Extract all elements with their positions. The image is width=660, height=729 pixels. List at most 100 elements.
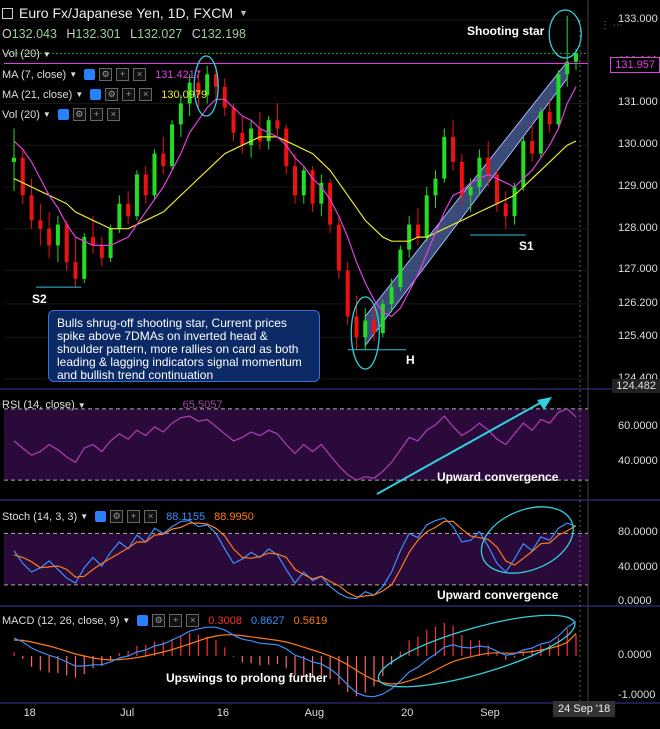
- legend-ma21[interactable]: MA (21, close) ▼ ⚙ + × 130.0979: [2, 88, 207, 101]
- macd-tick-label: 0.0000: [618, 649, 652, 661]
- eye-icon[interactable]: [57, 109, 69, 120]
- date-tick-label: 20: [401, 707, 414, 719]
- rsi-tick-label: 60.0000: [618, 419, 658, 432]
- price-tick-label: 129.000: [618, 179, 658, 192]
- eye-icon[interactable]: [95, 511, 107, 522]
- collapse-icon[interactable]: [2, 7, 13, 19]
- ohlc-open: 132.043: [11, 27, 57, 41]
- candle-body: [372, 320, 377, 334]
- chevron-down-icon[interactable]: ▼: [75, 90, 83, 99]
- legend-macd-hist: 0.3008: [208, 614, 242, 627]
- price-tick-label: 133.000: [618, 13, 658, 25]
- candle-body: [512, 186, 517, 217]
- candle-body: [433, 178, 438, 196]
- pane-menu-icon[interactable]: ⋮ ⋯: [600, 20, 623, 31]
- price-tick-label: 125.400: [618, 330, 658, 343]
- settings-gear-icon[interactable]: ⚙: [152, 614, 166, 627]
- legend-ma7[interactable]: MA (7, close) ▼ ⚙ + × 131.4217: [2, 68, 201, 81]
- legend-stoch-d: 88.9950: [214, 510, 254, 523]
- close-icon[interactable]: ×: [139, 88, 153, 101]
- legend-vol2[interactable]: Vol (20) ▼ ⚙ + ×: [2, 108, 120, 121]
- legend-stoch-k: 88.1155: [166, 510, 206, 523]
- add-icon[interactable]: +: [127, 510, 141, 523]
- candle-body: [424, 195, 429, 238]
- candle-body: [38, 220, 43, 229]
- candle-body: [328, 182, 333, 225]
- candle-body: [55, 224, 60, 246]
- ohlc-high: 132.301: [75, 27, 121, 41]
- candle-body: [126, 203, 131, 217]
- close-icon[interactable]: ×: [133, 68, 147, 81]
- candle-body: [336, 224, 341, 271]
- candle-body: [108, 228, 113, 258]
- candle-body: [407, 224, 412, 250]
- add-icon[interactable]: +: [116, 68, 130, 81]
- date-tick-label: Jul: [120, 707, 135, 719]
- legend-stoch[interactable]: Stoch (14, 3, 3) ▼ ⚙ + × 88.1155 88.9950: [2, 510, 254, 523]
- legend-rsi[interactable]: RSI (14, close) ▼ 65.5057: [2, 399, 222, 411]
- close-icon[interactable]: ×: [106, 108, 120, 121]
- candle-body: [257, 128, 262, 142]
- legend-vol-top[interactable]: Vol (20) ▼: [2, 48, 51, 60]
- chevron-down-icon[interactable]: ▼: [78, 401, 86, 410]
- candle-body: [547, 111, 552, 125]
- chevron-down-icon[interactable]: ▼: [43, 50, 51, 59]
- legend-rsi-value: 65.5057: [182, 399, 223, 411]
- candle-body: [310, 170, 315, 204]
- eye-icon[interactable]: [84, 69, 96, 80]
- trend-channel: [364, 60, 568, 348]
- annotation-h: H: [406, 353, 415, 367]
- stoch-tick-label: 80.0000: [618, 526, 658, 539]
- candle-body: [301, 170, 306, 196]
- legend-stoch-label: Stoch (14, 3, 3): [2, 510, 78, 523]
- candle-body: [477, 157, 482, 187]
- legend-rsi-label: RSI (14, close): [2, 399, 75, 411]
- candle-body: [143, 174, 148, 196]
- legend-macd[interactable]: MACD (12, 26, close, 9) ▼ ⚙ + × 0.3008 0…: [2, 614, 327, 627]
- add-icon[interactable]: +: [169, 614, 183, 627]
- settings-gear-icon[interactable]: ⚙: [99, 68, 113, 81]
- candle-body: [389, 287, 394, 304]
- candle-body: [99, 245, 104, 258]
- chevron-down-icon[interactable]: ▼: [122, 616, 130, 625]
- candle-body: [249, 128, 254, 146]
- trend-channel-band: [364, 60, 568, 348]
- legend-macd-label: MACD (12, 26, close, 9): [2, 614, 120, 627]
- eye-icon[interactable]: [90, 89, 102, 100]
- candle-body: [398, 249, 403, 288]
- chevron-down-icon[interactable]: ▼: [239, 8, 248, 18]
- settings-gear-icon[interactable]: ⚙: [72, 108, 86, 121]
- macd-tick-label: -1.0000: [618, 689, 656, 701]
- settings-gear-icon[interactable]: ⚙: [105, 88, 119, 101]
- add-icon[interactable]: +: [122, 88, 136, 101]
- stoch-tick-label: 0.0000: [618, 595, 652, 607]
- annotation-shooting-star: Shooting star: [467, 24, 545, 38]
- annotation-s2: S2: [32, 292, 47, 306]
- analysis-callout: Bulls shrug-off shooting star, Current p…: [48, 310, 320, 382]
- legend-ma21-label: MA (21, close): [2, 88, 73, 101]
- candle-body: [380, 303, 385, 334]
- chevron-down-icon[interactable]: ▼: [80, 512, 88, 521]
- price-tick-label: 131.000: [618, 96, 658, 109]
- ohlc-close-label: C: [191, 27, 201, 41]
- rsi-tick-label: 40.0000: [618, 455, 658, 468]
- date-tick-label: 16: [216, 707, 229, 719]
- price-tag-current: 131.957: [610, 57, 660, 73]
- close-icon[interactable]: ×: [144, 510, 158, 523]
- candle-body: [117, 203, 122, 229]
- add-icon[interactable]: +: [89, 108, 103, 121]
- candle-body: [47, 228, 52, 246]
- settings-gear-icon[interactable]: ⚙: [110, 510, 124, 523]
- candles: [12, 15, 578, 350]
- annotation-stoch-note: Upward convergence: [437, 588, 559, 602]
- symbol-title[interactable]: Euro Fx/Japanese Yen, 1D, FXCM ▼: [2, 5, 248, 21]
- chevron-down-icon[interactable]: ▼: [43, 110, 51, 119]
- annotation-s1: S1: [519, 239, 534, 253]
- chevron-down-icon[interactable]: ▼: [69, 70, 77, 79]
- candle-body: [503, 203, 508, 217]
- annotation-macd-note: Upswings to prolong further: [166, 671, 328, 685]
- close-icon[interactable]: ×: [186, 614, 200, 627]
- eye-icon[interactable]: [137, 615, 149, 626]
- legend-macd-line: 0.8627: [250, 614, 285, 627]
- date-tick-label: Sep: [480, 707, 500, 719]
